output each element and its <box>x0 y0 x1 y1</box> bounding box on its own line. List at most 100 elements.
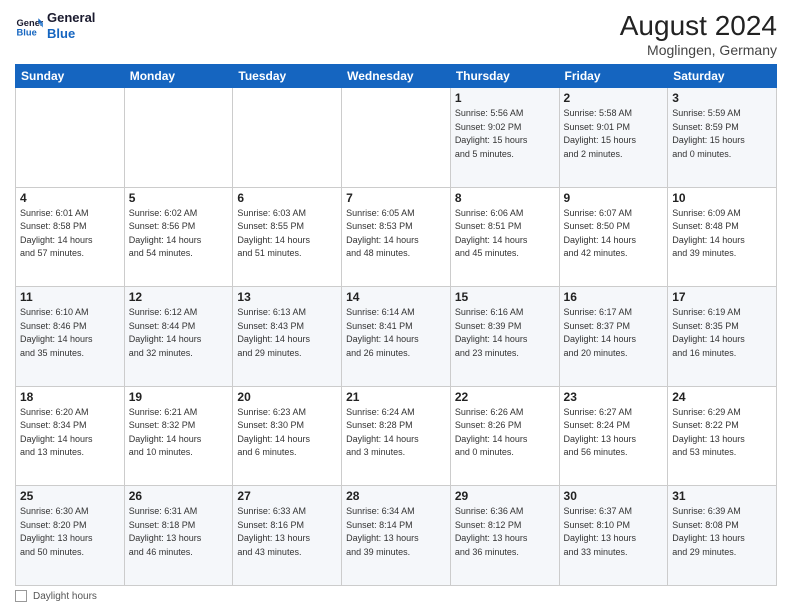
day-number: 15 <box>455 290 555 304</box>
calendar-header-row: SundayMondayTuesdayWednesdayThursdayFrid… <box>16 65 777 88</box>
day-number: 28 <box>346 489 446 503</box>
calendar-week-4: 18 Sunrise: 6:20 AM Sunset: 8:34 PM Dayli… <box>16 386 777 486</box>
day-number: 1 <box>455 91 555 105</box>
calendar-cell: 20 Sunrise: 6:23 AM Sunset: 8:30 PM Dayli… <box>233 386 342 486</box>
logo-icon: General Blue <box>15 12 43 40</box>
day-number: 8 <box>455 191 555 205</box>
calendar-cell: 2 Sunrise: 5:58 AM Sunset: 9:01 PM Daylig… <box>559 88 668 188</box>
calendar-cell: 23Sunrise: 6:27 AM Sunset: 8:24 PM Dayli… <box>559 386 668 486</box>
day-info: Sunrise: 6:19 AM Sunset: 8:35 PM Dayligh… <box>672 306 772 360</box>
month-title: August 2024 <box>620 10 777 42</box>
day-number: 23 <box>564 390 664 404</box>
calendar-cell <box>16 88 125 188</box>
day-number: 20 <box>237 390 337 404</box>
logo: General Blue General Blue <box>15 10 95 41</box>
day-header-tuesday: Tuesday <box>233 65 342 88</box>
day-info: Sunrise: 6:05 AM Sunset: 8:53 PM Dayligh… <box>346 207 446 261</box>
day-info: Sunrise: 6:17 AM Sunset: 8:37 PM Dayligh… <box>564 306 664 360</box>
calendar-cell: 25Sunrise: 6:30 AM Sunset: 8:20 PM Dayli… <box>16 486 125 586</box>
calendar-week-3: 11 Sunrise: 6:10 AM Sunset: 8:46 PM Dayli… <box>16 287 777 387</box>
day-header-sunday: Sunday <box>16 65 125 88</box>
day-number: 30 <box>564 489 664 503</box>
day-info: Sunrise: 6:36 AM Sunset: 8:12 PM Dayligh… <box>455 505 555 559</box>
calendar-cell: 10 Sunrise: 6:09 AM Sunset: 8:48 PM Dayli… <box>668 187 777 287</box>
calendar-cell: 5 Sunrise: 6:02 AM Sunset: 8:56 PM Daylig… <box>124 187 233 287</box>
calendar-cell: 31 Sunrise: 6:39 AM Sunset: 8:08 PM Dayli… <box>668 486 777 586</box>
day-info: Sunrise: 6:33 AM Sunset: 8:16 PM Dayligh… <box>237 505 337 559</box>
day-info: Sunrise: 6:37 AM Sunset: 8:10 PM Dayligh… <box>564 505 664 559</box>
calendar-cell: 29 Sunrise: 6:36 AM Sunset: 8:12 PM Dayli… <box>450 486 559 586</box>
day-info: Sunrise: 5:58 AM Sunset: 9:01 PM Dayligh… <box>564 107 664 161</box>
calendar-cell: 1 Sunrise: 5:56 AM Sunset: 9:02 PM Daylig… <box>450 88 559 188</box>
day-number: 26 <box>129 489 229 503</box>
day-number: 14 <box>346 290 446 304</box>
day-info: Sunrise: 6:39 AM Sunset: 8:08 PM Dayligh… <box>672 505 772 559</box>
legend-box <box>15 590 27 602</box>
day-info: Sunrise: 6:31 AM Sunset: 8:18 PM Dayligh… <box>129 505 229 559</box>
day-header-thursday: Thursday <box>450 65 559 88</box>
calendar-cell: 15 Sunrise: 6:16 AM Sunset: 8:39 PM Dayli… <box>450 287 559 387</box>
day-header-friday: Friday <box>559 65 668 88</box>
day-info: Sunrise: 6:14 AM Sunset: 8:41 PM Dayligh… <box>346 306 446 360</box>
day-number: 13 <box>237 290 337 304</box>
day-info: Sunrise: 6:26 AM Sunset: 8:26 PM Dayligh… <box>455 406 555 460</box>
day-info: Sunrise: 6:24 AM Sunset: 8:28 PM Dayligh… <box>346 406 446 460</box>
calendar-cell: 7Sunrise: 6:05 AM Sunset: 8:53 PM Daylig… <box>342 187 451 287</box>
day-header-saturday: Saturday <box>668 65 777 88</box>
calendar-cell: 14 Sunrise: 6:14 AM Sunset: 8:41 PM Dayli… <box>342 287 451 387</box>
day-info: Sunrise: 6:23 AM Sunset: 8:30 PM Dayligh… <box>237 406 337 460</box>
calendar-cell: 22 Sunrise: 6:26 AM Sunset: 8:26 PM Dayli… <box>450 386 559 486</box>
calendar-cell: 18 Sunrise: 6:20 AM Sunset: 8:34 PM Dayli… <box>16 386 125 486</box>
day-info: Sunrise: 6:21 AM Sunset: 8:32 PM Dayligh… <box>129 406 229 460</box>
day-number: 10 <box>672 191 772 205</box>
day-number: 3 <box>672 91 772 105</box>
day-header-monday: Monday <box>124 65 233 88</box>
location: Moglingen, Germany <box>620 42 777 58</box>
day-info: Sunrise: 6:12 AM Sunset: 8:44 PM Dayligh… <box>129 306 229 360</box>
day-number: 29 <box>455 489 555 503</box>
day-number: 11 <box>20 290 120 304</box>
calendar-cell: 21 Sunrise: 6:24 AM Sunset: 8:28 PM Dayli… <box>342 386 451 486</box>
day-number: 21 <box>346 390 446 404</box>
calendar-table: SundayMondayTuesdayWednesdayThursdayFrid… <box>15 64 777 586</box>
day-info: Sunrise: 6:20 AM Sunset: 8:34 PM Dayligh… <box>20 406 120 460</box>
calendar-cell: 24Sunrise: 6:29 AM Sunset: 8:22 PM Dayli… <box>668 386 777 486</box>
day-number: 18 <box>20 390 120 404</box>
calendar-cell: 3 Sunrise: 5:59 AM Sunset: 8:59 PM Daylig… <box>668 88 777 188</box>
calendar-cell: 26 Sunrise: 6:31 AM Sunset: 8:18 PM Dayli… <box>124 486 233 586</box>
calendar-cell: 12 Sunrise: 6:12 AM Sunset: 8:44 PM Dayli… <box>124 287 233 387</box>
calendar-cell: 16 Sunrise: 6:17 AM Sunset: 8:37 PM Dayli… <box>559 287 668 387</box>
logo-text-general: General <box>47 10 95 26</box>
day-info: Sunrise: 5:59 AM Sunset: 8:59 PM Dayligh… <box>672 107 772 161</box>
day-header-wednesday: Wednesday <box>342 65 451 88</box>
footer: Daylight hours <box>15 590 777 602</box>
day-number: 5 <box>129 191 229 205</box>
day-info: Sunrise: 6:13 AM Sunset: 8:43 PM Dayligh… <box>237 306 337 360</box>
day-info: Sunrise: 6:16 AM Sunset: 8:39 PM Dayligh… <box>455 306 555 360</box>
calendar-week-1: 1 Sunrise: 5:56 AM Sunset: 9:02 PM Daylig… <box>16 88 777 188</box>
day-info: Sunrise: 5:56 AM Sunset: 9:02 PM Dayligh… <box>455 107 555 161</box>
calendar-cell: 19Sunrise: 6:21 AM Sunset: 8:32 PM Dayli… <box>124 386 233 486</box>
day-number: 24 <box>672 390 772 404</box>
day-number: 4 <box>20 191 120 205</box>
day-info: Sunrise: 6:10 AM Sunset: 8:46 PM Dayligh… <box>20 306 120 360</box>
day-info: Sunrise: 6:09 AM Sunset: 8:48 PM Dayligh… <box>672 207 772 261</box>
calendar-cell: 30 Sunrise: 6:37 AM Sunset: 8:10 PM Dayli… <box>559 486 668 586</box>
day-info: Sunrise: 6:03 AM Sunset: 8:55 PM Dayligh… <box>237 207 337 261</box>
day-info: Sunrise: 6:02 AM Sunset: 8:56 PM Dayligh… <box>129 207 229 261</box>
calendar-cell: 9Sunrise: 6:07 AM Sunset: 8:50 PM Daylig… <box>559 187 668 287</box>
calendar-cell <box>233 88 342 188</box>
day-number: 6 <box>237 191 337 205</box>
calendar-cell: 11 Sunrise: 6:10 AM Sunset: 8:46 PM Dayli… <box>16 287 125 387</box>
logo-text-blue: Blue <box>47 26 95 42</box>
day-number: 22 <box>455 390 555 404</box>
day-info: Sunrise: 6:01 AM Sunset: 8:58 PM Dayligh… <box>20 207 120 261</box>
calendar-cell: 27Sunrise: 6:33 AM Sunset: 8:16 PM Dayli… <box>233 486 342 586</box>
svg-text:Blue: Blue <box>17 27 37 37</box>
day-number: 31 <box>672 489 772 503</box>
calendar-cell: 4 Sunrise: 6:01 AM Sunset: 8:58 PM Daylig… <box>16 187 125 287</box>
day-number: 16 <box>564 290 664 304</box>
day-number: 2 <box>564 91 664 105</box>
legend-label: Daylight hours <box>33 591 97 602</box>
day-number: 12 <box>129 290 229 304</box>
